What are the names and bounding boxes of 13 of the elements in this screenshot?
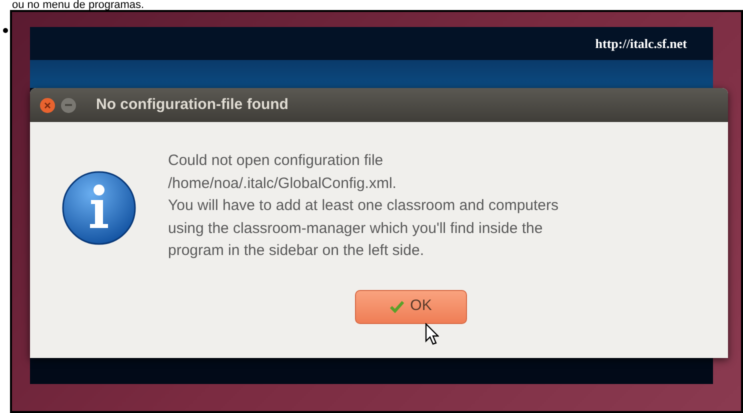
- checkmark-icon: [390, 300, 404, 312]
- minimize-button[interactable]: [61, 98, 76, 112]
- info-icon: [61, 170, 137, 246]
- bullet-icon: [2, 28, 8, 33]
- page-text: ou no menu de programas.: [12, 0, 144, 10]
- splash-url: http://italc.sf.net: [595, 34, 687, 53]
- minimize-icon: [65, 104, 72, 106]
- dialog-message: Could not open configuration file /home/noa/.italc/GlobalConfig.xml. You will have to add at least one classroom and computers using the classroom-manager which you'll find inside the program in the sidebar on the left side.: [168, 151, 559, 261]
- close-icon: [44, 102, 51, 108]
- mouse-cursor-icon: [425, 323, 439, 345]
- ok-button[interactable]: OK: [355, 290, 467, 324]
- dialog-title: No configuration-file found: [96, 94, 288, 115]
- close-button[interactable]: [40, 98, 55, 112]
